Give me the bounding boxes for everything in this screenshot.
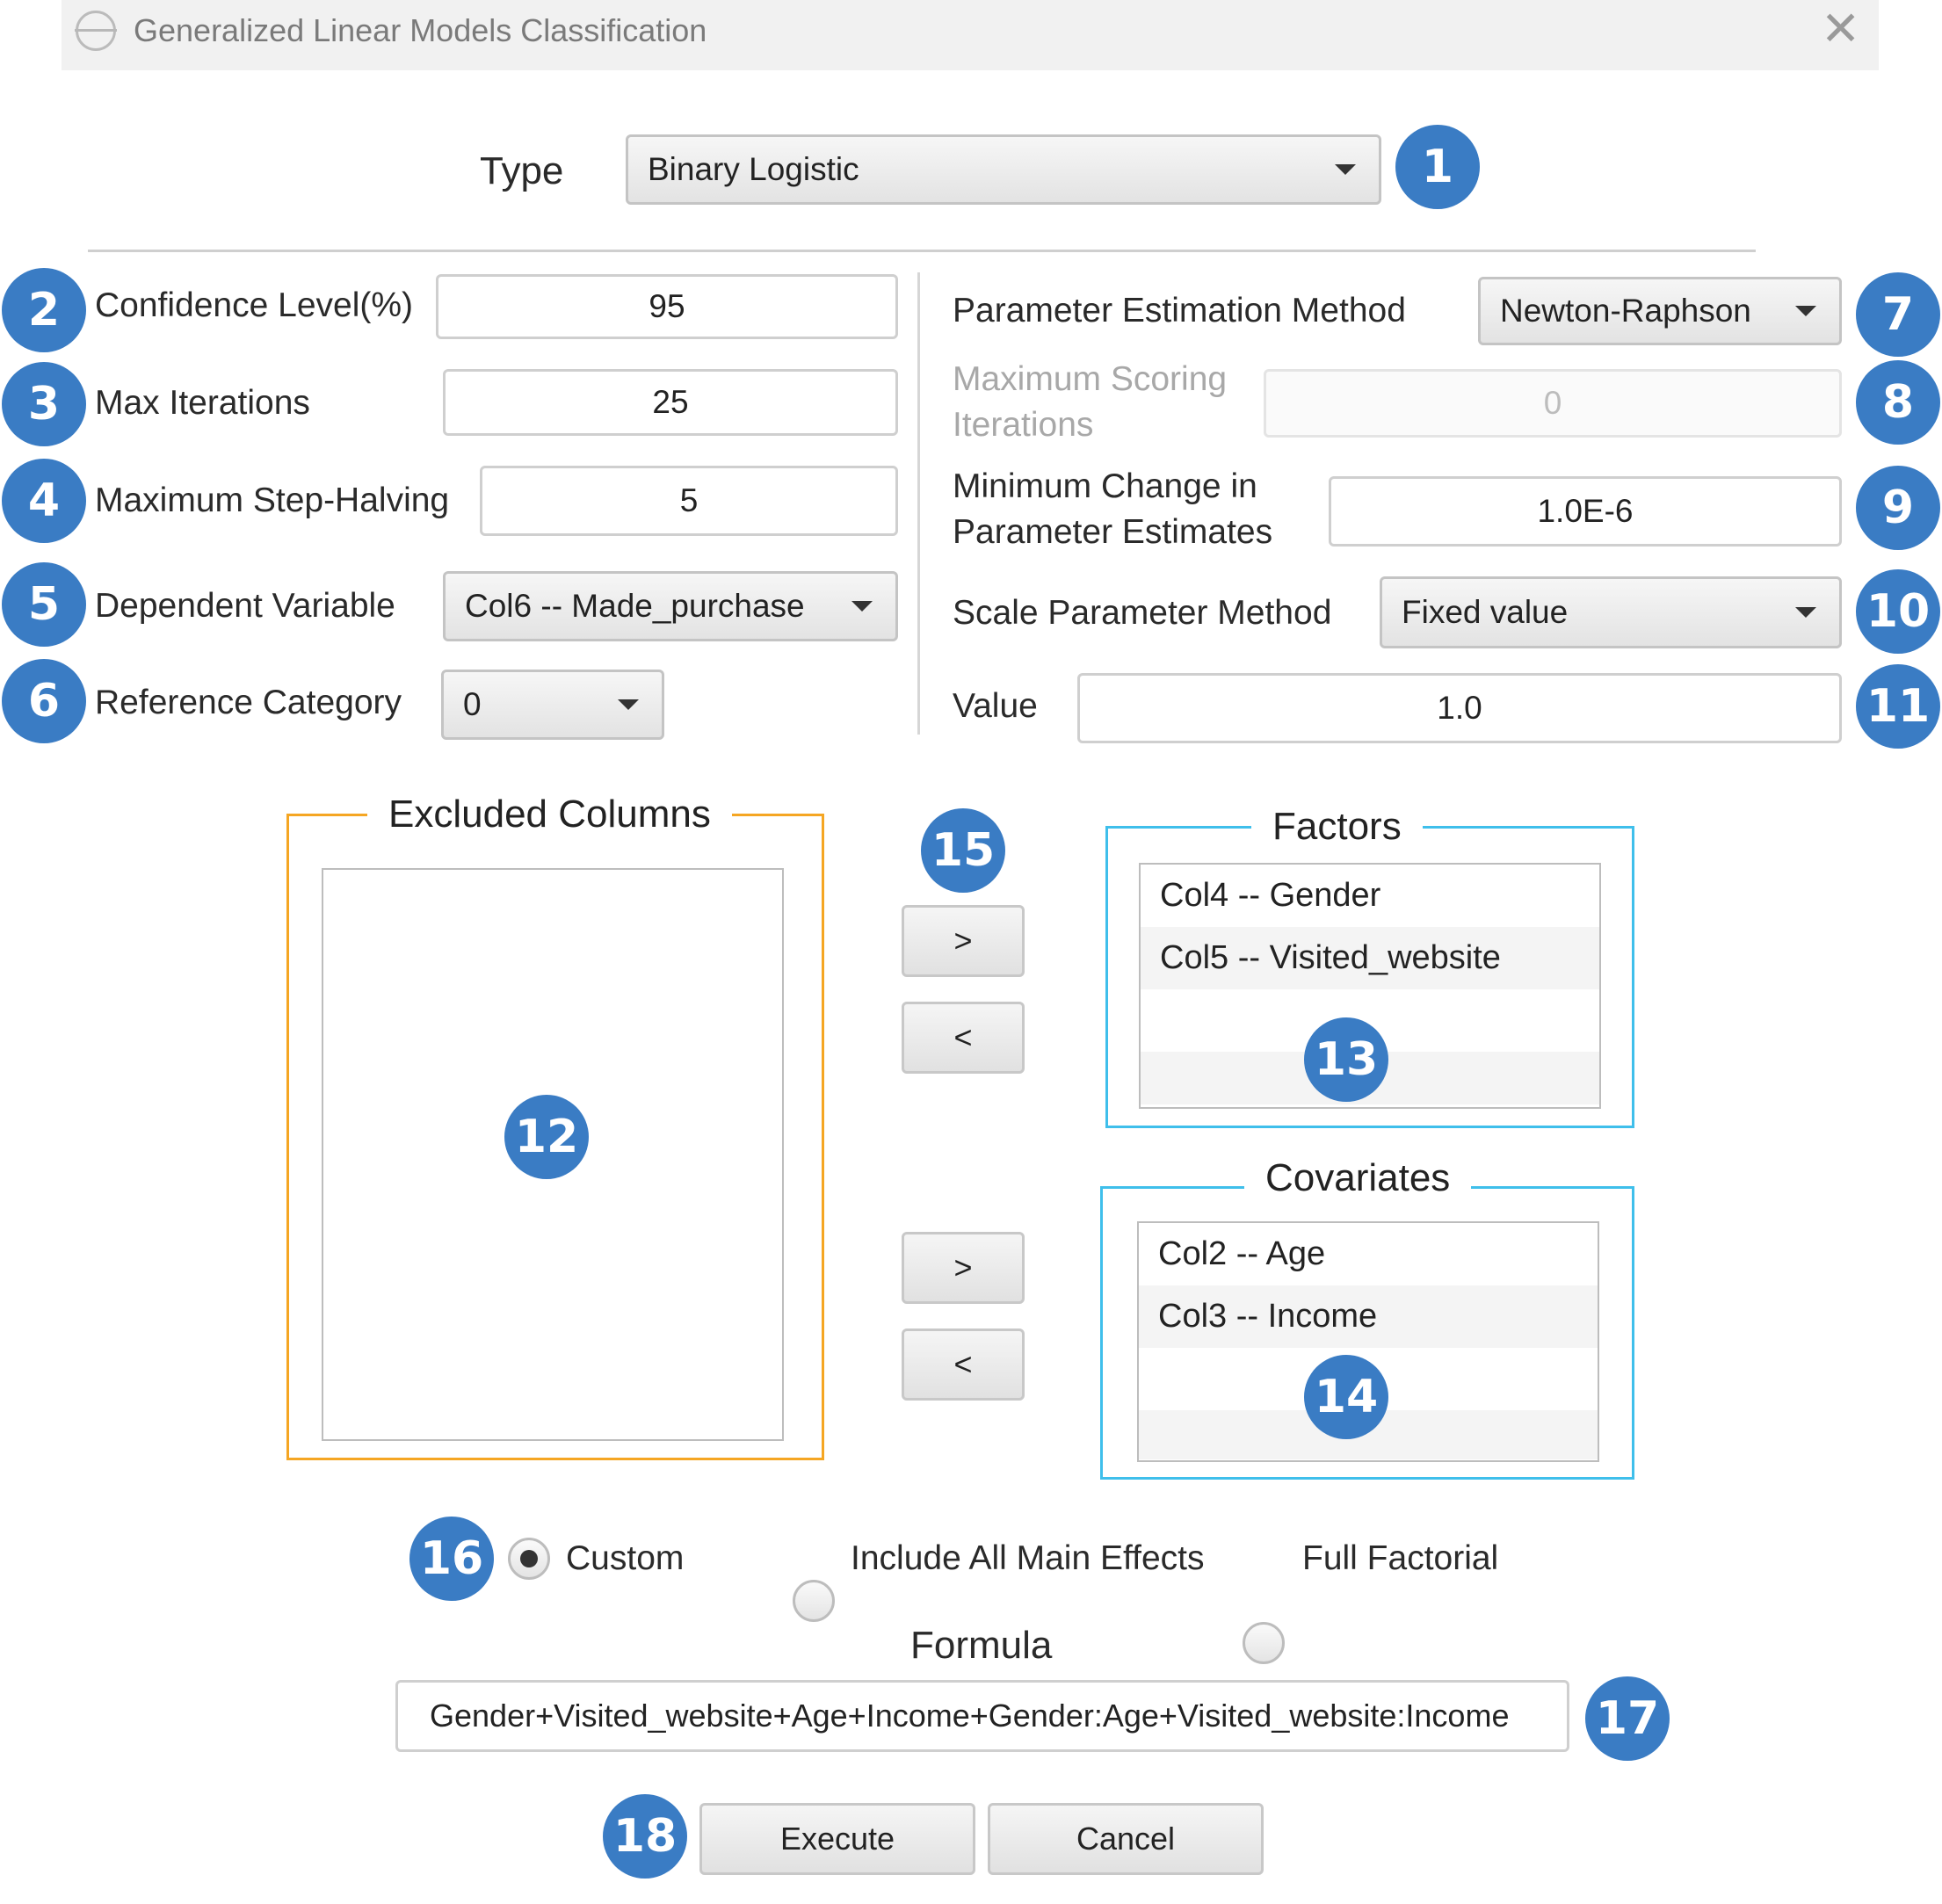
badge-5: 5 [2, 562, 86, 647]
confidence-level-input[interactable]: 95 [436, 274, 898, 339]
badge-9: 9 [1856, 466, 1940, 550]
badge-1: 1 [1395, 125, 1480, 209]
badge-10: 10 [1856, 569, 1940, 654]
chevron-down-icon [1795, 306, 1816, 316]
scale-method-label: Scale Parameter Method [953, 594, 1332, 632]
badge-4: 4 [2, 459, 86, 543]
formula-input[interactable]: Gender+Visited_website+Age+Income+Gender… [395, 1680, 1569, 1752]
confidence-level-label: Confidence Level(%) [95, 286, 414, 324]
custom-radio-label[interactable]: Custom [566, 1536, 684, 1581]
main-effects-radio-label[interactable]: Include All Main Effects [851, 1536, 1205, 1581]
min-change-label-1: Minimum Change in [953, 467, 1257, 505]
chevron-down-icon [618, 699, 639, 710]
cancel-button[interactable]: Cancel [988, 1803, 1264, 1875]
scale-value-label: Value [953, 687, 1038, 725]
dependent-variable-label: Dependent Variable [95, 587, 395, 625]
close-icon[interactable]: ✕ [1821, 5, 1860, 53]
min-change-input[interactable]: 1.0E-6 [1329, 476, 1842, 547]
list-item[interactable]: Col5 -- Visited_website [1141, 927, 1599, 989]
badge-11: 11 [1856, 664, 1940, 749]
badge-7: 7 [1856, 272, 1940, 357]
scoring-iterations-label-2: Iterations [953, 406, 1094, 444]
excluded-columns-title: Excluded Columns [367, 793, 732, 836]
reference-category-label: Reference Category [95, 684, 402, 721]
list-item[interactable]: Col3 -- Income [1139, 1285, 1598, 1348]
badge-15: 15 [921, 808, 1005, 893]
add-to-factors-button[interactable]: > [902, 905, 1025, 977]
badge-8: 8 [1856, 360, 1940, 445]
type-select[interactable]: Binary Logistic [626, 134, 1381, 205]
column-divider [917, 272, 920, 735]
covariates-title: Covariates [1244, 1156, 1472, 1200]
step-halving-input[interactable]: 5 [480, 466, 898, 536]
custom-radio[interactable] [508, 1538, 550, 1580]
estimation-method-select[interactable]: Newton-Raphson [1478, 277, 1842, 345]
chevron-down-icon [851, 601, 873, 612]
window-title: Generalized Linear Models Classification [134, 12, 707, 48]
badge-6: 6 [2, 659, 86, 743]
remove-from-covariates-button[interactable]: < [902, 1328, 1025, 1401]
badge-13: 13 [1304, 1017, 1388, 1102]
step-halving-label: Maximum Step-Halving [95, 481, 450, 519]
type-label: Type [480, 149, 564, 192]
scale-method-select[interactable]: Fixed value [1380, 576, 1842, 648]
chevron-down-icon [1795, 607, 1816, 618]
full-factorial-radio-label[interactable]: Full Factorial [1302, 1536, 1498, 1581]
max-iterations-input[interactable]: 25 [443, 369, 898, 436]
min-change-label-2: Parameter Estimates [953, 513, 1273, 551]
badge-16: 16 [409, 1517, 494, 1601]
remove-from-factors-button[interactable]: < [902, 1002, 1025, 1074]
badge-18: 18 [603, 1794, 687, 1879]
reference-category-value: 0 [463, 686, 482, 722]
dependent-variable-value: Col6 -- Made_purchase [465, 588, 805, 624]
badge-17: 17 [1585, 1676, 1670, 1761]
badge-3: 3 [2, 362, 86, 446]
estimation-method-value: Newton-Raphson [1500, 293, 1751, 329]
main-effects-radio[interactable] [793, 1580, 835, 1622]
section-divider [88, 250, 1756, 252]
scale-value-input[interactable]: 1.0 [1077, 673, 1842, 743]
formula-label: Formula [910, 1624, 1053, 1667]
type-select-value: Binary Logistic [648, 151, 859, 187]
dependent-variable-select[interactable]: Col6 -- Made_purchase [443, 571, 898, 641]
max-iterations-label: Max Iterations [95, 384, 310, 422]
list-item[interactable]: Col4 -- Gender [1141, 865, 1599, 927]
execute-button[interactable]: Execute [699, 1803, 975, 1875]
estimation-method-label: Parameter Estimation Method [953, 292, 1406, 329]
chevron-down-icon [1335, 164, 1356, 175]
badge-2: 2 [2, 268, 86, 352]
scoring-iterations-input[interactable]: 0 [1264, 369, 1842, 438]
list-item[interactable]: Col2 -- Age [1139, 1223, 1598, 1285]
badge-14: 14 [1304, 1355, 1388, 1439]
scoring-iterations-label-1: Maximum Scoring [953, 360, 1228, 398]
add-to-covariates-button[interactable]: > [902, 1232, 1025, 1304]
factors-title: Factors [1251, 805, 1423, 849]
badge-12: 12 [504, 1095, 589, 1179]
reference-category-select[interactable]: 0 [441, 670, 664, 740]
app-icon [75, 11, 117, 51]
full-factorial-radio[interactable] [1243, 1622, 1285, 1664]
scale-method-value: Fixed value [1402, 594, 1569, 630]
